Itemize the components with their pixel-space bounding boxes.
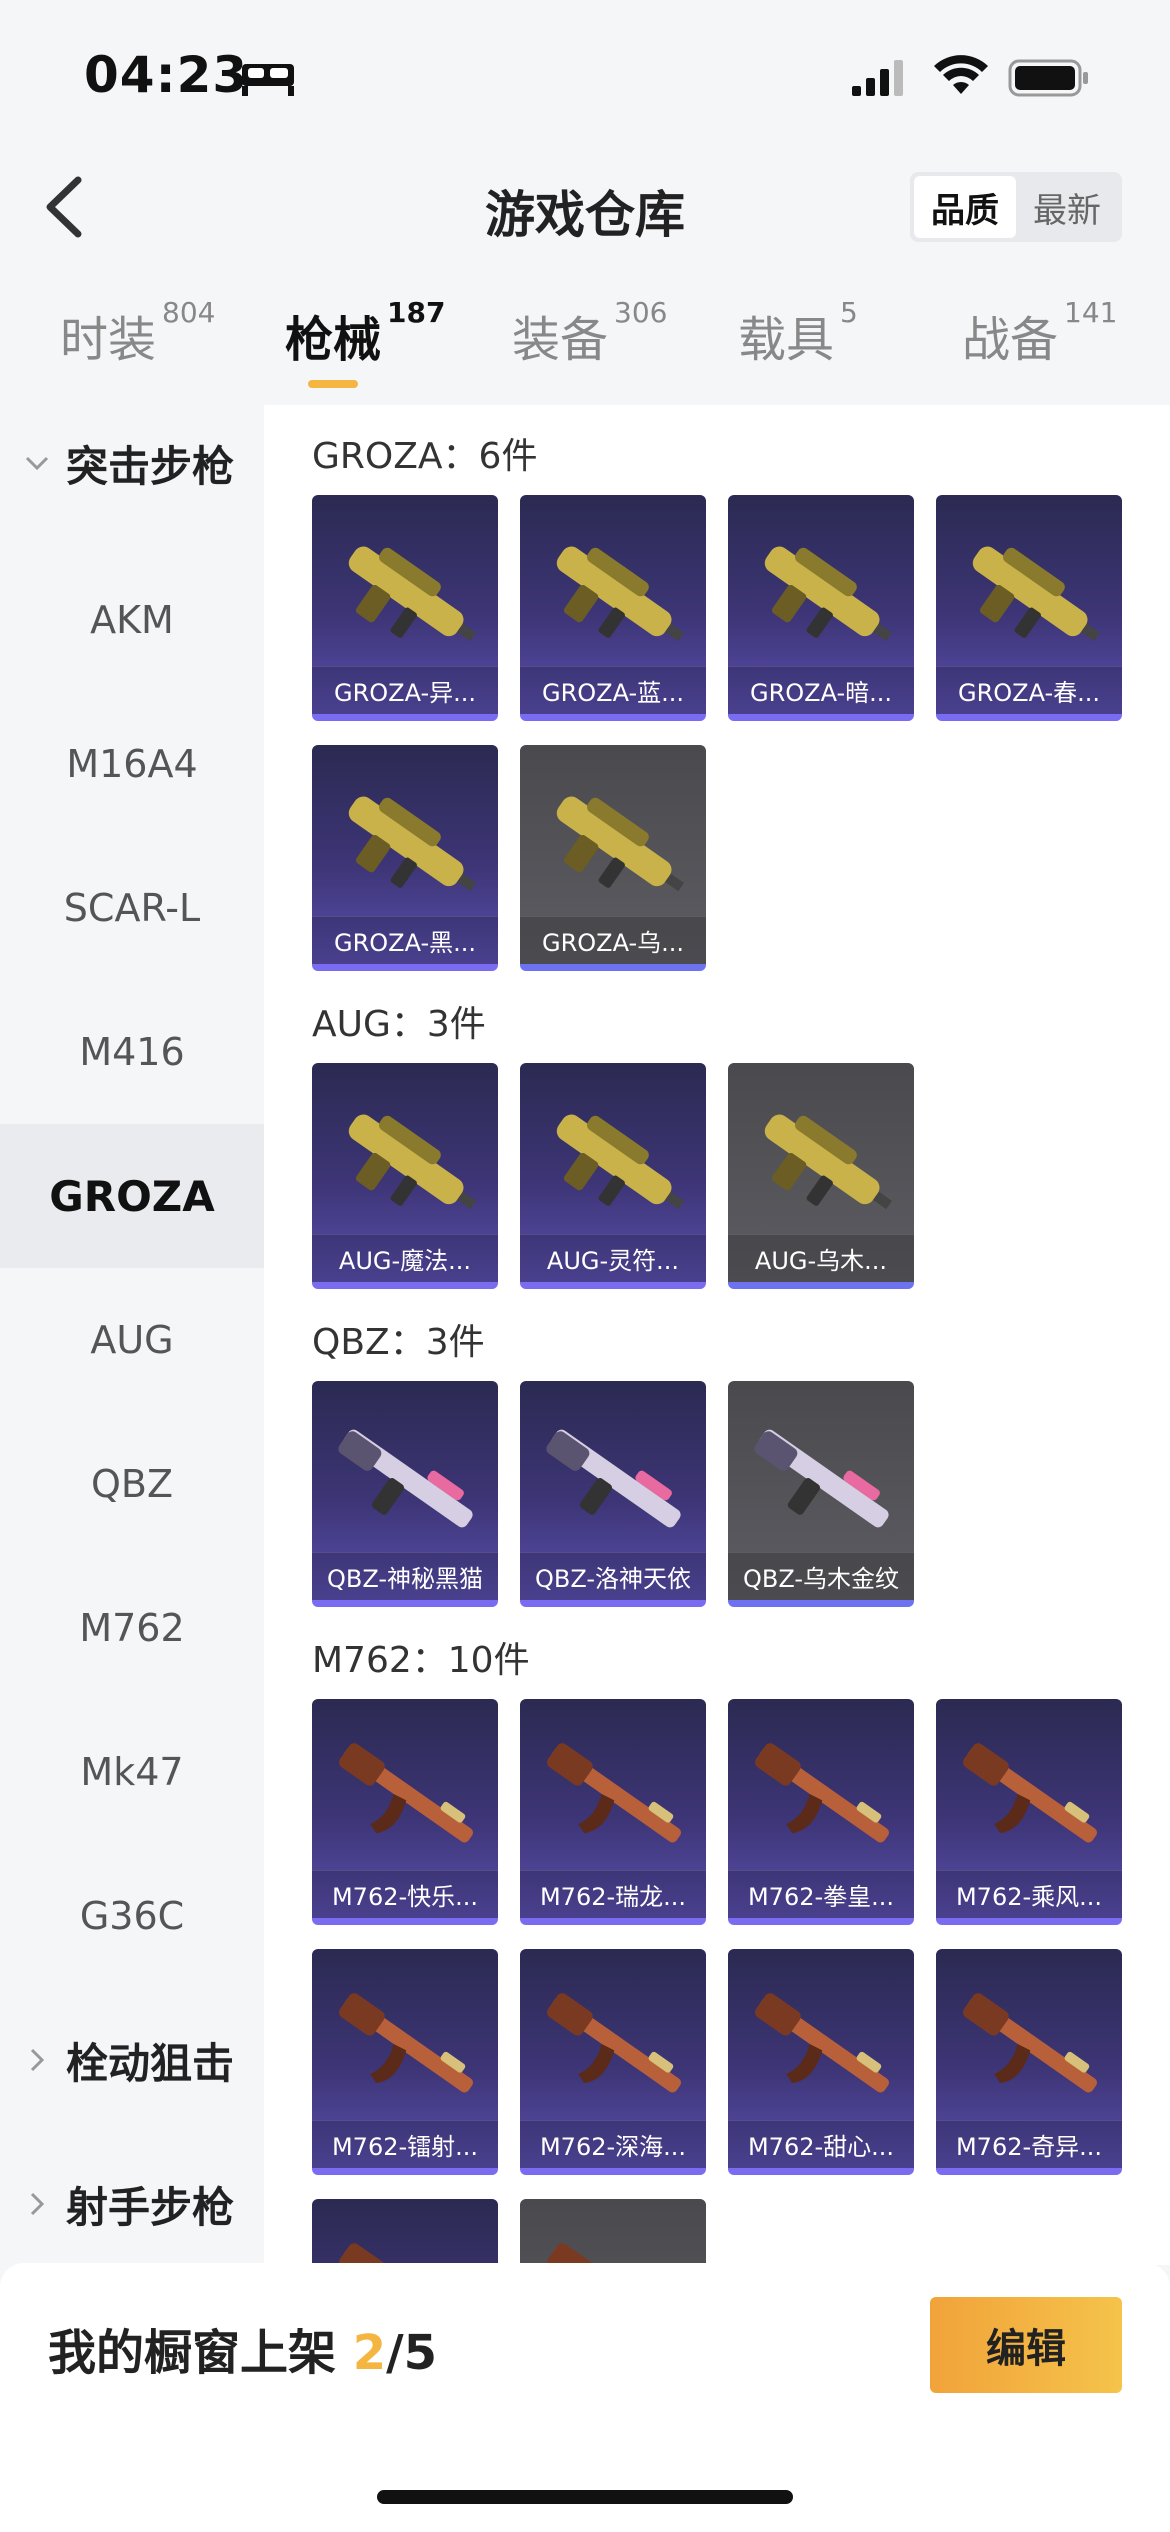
weapon-type-sidebar: 突击步枪 AKM M16A4 SCAR-L M416 GROZA AUG QBZ… <box>0 405 264 2265</box>
sidebar-group-bolt-action[interactable]: 栓动狙击 <box>0 2010 264 2110</box>
weapon-skin-icon <box>738 1399 904 1559</box>
sidebar-item-groza[interactable]: GROZA <box>0 1124 264 1268</box>
weapon-card[interactable]: M762-深海... <box>520 1949 706 2175</box>
weapon-skin-icon <box>322 1967 488 2127</box>
cellular-signal-icon <box>852 60 903 96</box>
weapon-skin-icon <box>738 1717 904 1877</box>
weapon-skin-icon <box>322 1399 488 1559</box>
weapon-card[interactable] <box>520 2199 706 2265</box>
tab-fashion[interactable]: 时装 804 <box>60 296 215 370</box>
weapon-skin-icon <box>530 1081 696 1241</box>
weapon-card[interactable]: GROZA-春... <box>936 495 1122 721</box>
weapon-skin-icon <box>530 1717 696 1877</box>
chevron-right-icon <box>30 2192 45 2216</box>
active-tab-indicator <box>308 380 358 388</box>
status-bar: 04:23 <box>0 0 1170 150</box>
sleep-focus-icon <box>242 64 294 96</box>
weapon-card[interactable]: M762-快乐... <box>312 1699 498 1925</box>
weapon-skin-icon <box>946 1717 1112 1877</box>
weapon-card[interactable]: GROZA-黑... <box>312 745 498 971</box>
chevron-right-icon <box>30 2048 45 2072</box>
weapon-skin-icon <box>530 763 696 923</box>
weapon-skin-icon <box>530 1967 696 2127</box>
weapon-card[interactable]: M762-乘风... <box>936 1699 1122 1925</box>
weapon-card[interactable]: AUG-灵符... <box>520 1063 706 1289</box>
weapon-skin-icon <box>530 1399 696 1559</box>
weapon-skin-icon <box>322 1081 488 1241</box>
tab-vehicles[interactable]: 载具 5 <box>738 296 858 370</box>
wifi-icon <box>934 55 988 94</box>
sidebar-item-akm[interactable]: AKM <box>0 548 264 692</box>
sidebar-item-mk47[interactable]: Mk47 <box>0 1700 264 1844</box>
status-time: 04:23 <box>84 46 249 104</box>
weapon-skin-icon <box>530 2217 696 2265</box>
sidebar-group-marksman-rifles[interactable]: 射手步枪 <box>0 2154 264 2254</box>
weapon-skin-icon <box>322 2217 488 2265</box>
sort-by-quality-button[interactable]: 品质 <box>914 176 1016 238</box>
tab-supplies[interactable]: 战备 141 <box>962 296 1117 370</box>
edit-button[interactable]: 编辑 <box>930 2297 1122 2393</box>
tab-equipment[interactable]: 装备 306 <box>512 296 667 370</box>
weapon-skin-icon <box>530 513 696 673</box>
weapon-grid-panel: GROZA：6件 GROZA-异... GROZA-蓝... GROZA-暗..… <box>264 405 1170 2265</box>
weapon-card[interactable]: QBZ-乌木金纹 <box>728 1381 914 1607</box>
section-title-qbz: QBZ：3件 <box>312 1322 485 1363</box>
weapon-skin-icon <box>738 513 904 673</box>
sort-toggle[interactable]: 品质 最新 <box>910 172 1122 242</box>
weapon-skin-icon <box>322 763 488 923</box>
category-tabs: 时装 804 枪械 187 装备 306 载具 5 战备 141 <box>0 296 1170 400</box>
weapon-card[interactable]: QBZ-神秘黑猫 <box>312 1381 498 1607</box>
chevron-down-icon <box>25 456 49 471</box>
weapon-skin-icon <box>738 1081 904 1241</box>
sidebar-item-qbz[interactable]: QBZ <box>0 1412 264 1556</box>
weapon-card[interactable] <box>312 2199 498 2265</box>
sidebar-item-m416[interactable]: M416 <box>0 980 264 1124</box>
weapon-card[interactable]: M762-奇异... <box>936 1949 1122 2175</box>
weapon-skin-icon <box>738 1967 904 2127</box>
weapon-card[interactable]: QBZ-洛神天依 <box>520 1381 706 1607</box>
weapon-skin-icon <box>322 513 488 673</box>
weapon-skin-icon <box>946 1967 1112 2127</box>
weapon-card[interactable]: AUG-魔法... <box>312 1063 498 1289</box>
showcase-status: 我的橱窗上架 2/5 <box>48 2325 438 2381</box>
weapon-card[interactable]: M762-甜心... <box>728 1949 914 2175</box>
sidebar-item-m762[interactable]: M762 <box>0 1556 264 1700</box>
weapon-card[interactable]: M762-镭射... <box>312 1949 498 2175</box>
weapon-card[interactable]: M762-拳皇... <box>728 1699 914 1925</box>
section-title-groza: GROZA：6件 <box>312 436 538 477</box>
weapon-card[interactable]: GROZA-暗... <box>728 495 914 721</box>
weapon-card[interactable]: GROZA-异... <box>312 495 498 721</box>
sidebar-group-assault-rifles[interactable]: 突击步枪 <box>0 413 264 513</box>
sidebar-item-g36c[interactable]: G36C <box>0 1844 264 1988</box>
section-title-aug: AUG：3件 <box>312 1004 486 1045</box>
tab-firearms[interactable]: 枪械 187 <box>285 296 445 370</box>
battery-icon <box>1008 59 1088 97</box>
weapon-card[interactable]: AUG-乌木... <box>728 1063 914 1289</box>
weapon-card[interactable]: M762-瑞龙... <box>520 1699 706 1925</box>
sidebar-item-scar-l[interactable]: SCAR-L <box>0 836 264 980</box>
weapon-card[interactable]: GROZA-蓝... <box>520 495 706 721</box>
sort-by-newest-button[interactable]: 最新 <box>1016 176 1118 238</box>
section-title-m762: M762：10件 <box>312 1640 530 1681</box>
sidebar-item-aug[interactable]: AUG <box>0 1268 264 1412</box>
weapon-skin-icon <box>946 513 1112 673</box>
home-indicator[interactable] <box>377 2490 793 2504</box>
weapon-skin-icon <box>322 1717 488 1877</box>
sidebar-item-m16a4[interactable]: M16A4 <box>0 692 264 836</box>
weapon-card[interactable]: GROZA-乌... <box>520 745 706 971</box>
